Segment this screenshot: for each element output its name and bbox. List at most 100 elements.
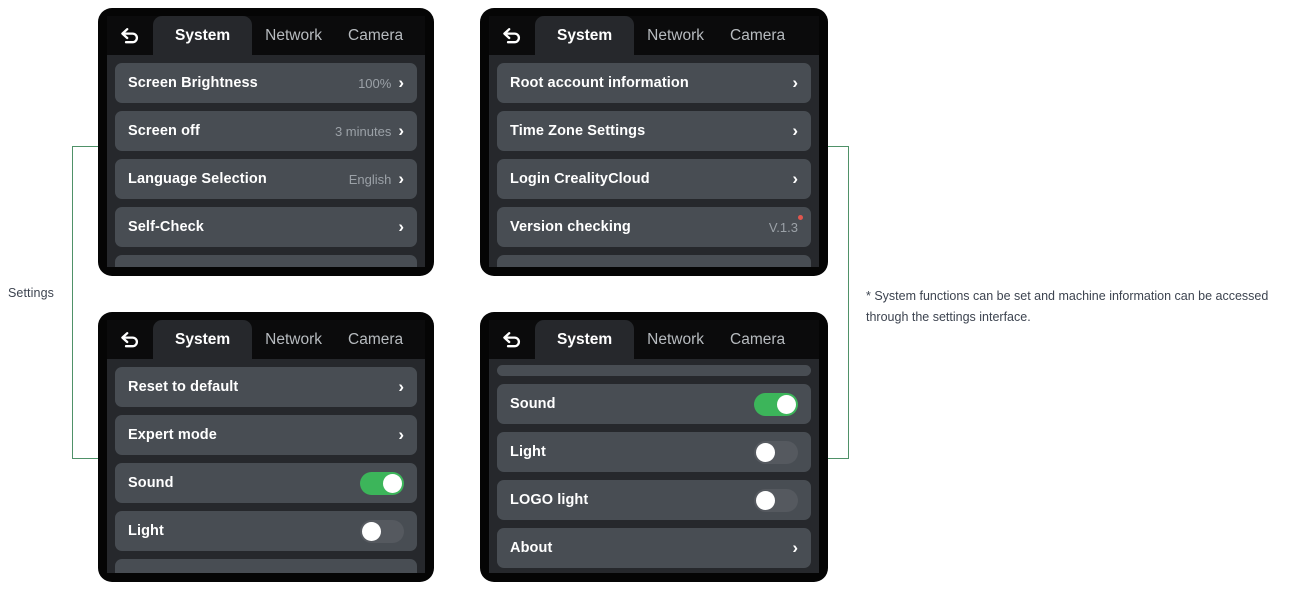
settings-row-control: ›: [398, 426, 404, 444]
chevron-right-icon[interactable]: ›: [792, 122, 798, 139]
settings-row-control: [360, 471, 404, 495]
settings-row[interactable]: Screen off 3 minutes ›: [115, 111, 417, 151]
settings-row-label: Login CrealityCloud: [510, 171, 650, 187]
back-arrow-icon[interactable]: [107, 16, 153, 55]
settings-row-label: Sound: [510, 396, 556, 412]
chevron-right-icon[interactable]: ›: [792, 170, 798, 187]
settings-row[interactable]: Language Selection English ›: [115, 159, 417, 199]
tab-system[interactable]: System: [535, 16, 635, 55]
settings-row[interactable]: Light: [497, 432, 811, 472]
tab-camera[interactable]: Camera: [335, 16, 416, 55]
chevron-right-icon[interactable]: ›: [398, 378, 404, 395]
chevron-right-icon[interactable]: ›: [398, 74, 404, 91]
settings-row-label: LOGO light: [510, 492, 589, 508]
settings-row[interactable]: Time Zone Settings ›: [497, 111, 811, 151]
chevron-right-icon[interactable]: ›: [792, 74, 798, 91]
toggle-switch[interactable]: [360, 471, 404, 495]
back-arrow-icon[interactable]: [489, 320, 535, 359]
settings-row-control: ›: [792, 170, 798, 188]
tab-camera[interactable]: Camera: [717, 320, 798, 359]
settings-row[interactable]: Screen Brightness 100% ›: [115, 63, 417, 103]
settings-row-label: Reset to default: [128, 379, 239, 395]
settings-row-control: English ›: [349, 170, 404, 188]
settings-row[interactable]: Root account information ›: [497, 63, 811, 103]
tab-camera[interactable]: Camera: [335, 320, 416, 359]
toggle-knob: [756, 442, 775, 462]
settings-row[interactable]: Reset to default ›: [115, 367, 417, 407]
settings-row-label: About: [510, 540, 553, 556]
settings-row[interactable]: Light: [115, 511, 417, 551]
toggle-switch[interactable]: [754, 488, 798, 512]
tab-bar: System Network Camera: [489, 320, 819, 359]
settings-system-page-2: System Network Camera Root account informat…: [480, 8, 828, 276]
settings-row[interactable]: Expert mode ›: [115, 415, 417, 455]
settings-list: Reset to default › Expert mode › Sound Light: [107, 359, 425, 573]
settings-row-control: ›: [398, 378, 404, 396]
settings-row[interactable]: Self-Check ›: [115, 207, 417, 247]
tab-network[interactable]: Network: [634, 320, 717, 359]
settings-row-label: Sound: [128, 475, 174, 491]
settings-row-label: Self-Check: [128, 219, 204, 235]
settings-row-partial: [115, 255, 417, 267]
settings-row-partial: [115, 559, 417, 573]
settings-row[interactable]: Sound: [115, 463, 417, 503]
toggle-knob: [383, 473, 402, 493]
toggle-switch[interactable]: [754, 440, 798, 464]
settings-row-value: 3 minutes: [334, 123, 392, 139]
settings-row-label: Time Zone Settings: [510, 123, 646, 139]
settings-list: Sound Light LOGO light About ›: [489, 359, 819, 573]
settings-row-partial: [497, 365, 811, 376]
toggle-knob: [362, 521, 381, 541]
settings-row[interactable]: Login CrealityCloud ›: [497, 159, 811, 199]
chevron-right-icon[interactable]: ›: [398, 218, 404, 235]
settings-row-control: 100% ›: [358, 74, 404, 92]
tab-camera[interactable]: Camera: [717, 16, 798, 55]
settings-row[interactable]: Sound: [497, 384, 811, 424]
toggle-knob: [777, 394, 796, 414]
settings-row-control: ›: [792, 122, 798, 140]
chevron-right-icon[interactable]: ›: [398, 122, 404, 139]
settings-section-label: Settings: [8, 286, 54, 300]
back-arrow-icon[interactable]: [489, 16, 535, 55]
settings-row-label: Light: [128, 523, 164, 539]
tab-network[interactable]: Network: [252, 320, 335, 359]
chevron-right-icon[interactable]: ›: [398, 170, 404, 187]
settings-row-partial: [497, 255, 811, 267]
back-arrow-icon[interactable]: [107, 320, 153, 359]
chevron-right-icon[interactable]: ›: [792, 539, 798, 556]
tab-bar: System Network Camera: [489, 16, 819, 55]
settings-row-control: V.1.3: [769, 214, 803, 235]
tab-network[interactable]: Network: [252, 16, 335, 55]
panel-screen: System Network Camera Screen Brightness 100%…: [107, 16, 425, 267]
chevron-right-icon[interactable]: ›: [398, 426, 404, 443]
panel-screen: System Network Camera Root account informat…: [489, 16, 819, 267]
toggle-switch[interactable]: [754, 392, 798, 416]
settings-row-label: Version checking: [510, 219, 631, 235]
settings-row-control: [754, 440, 798, 464]
settings-row[interactable]: LOGO light: [497, 480, 811, 520]
settings-system-page-3: System Network Camera Reset to default › Expe…: [98, 312, 434, 582]
settings-row[interactable]: About ›: [497, 528, 811, 568]
settings-row[interactable]: Version checking V.1.3: [497, 207, 811, 247]
tab-network[interactable]: Network: [634, 16, 717, 55]
tab-bar: System Network Camera: [107, 16, 425, 55]
settings-row-control: ›: [792, 539, 798, 557]
settings-row-label: Root account information: [510, 75, 689, 91]
settings-row-label: Expert mode: [128, 427, 217, 443]
settings-list: Screen Brightness 100% › Screen off 3 minute…: [107, 55, 425, 267]
tab-system[interactable]: System: [153, 16, 253, 55]
settings-row-label: Screen Brightness: [128, 75, 258, 91]
settings-list: Root account information › Time Zone Setti…: [489, 55, 819, 267]
settings-row-label: Light: [510, 444, 546, 460]
settings-row-control: ›: [792, 74, 798, 92]
settings-row-control: ›: [398, 218, 404, 236]
settings-row-control: [754, 488, 798, 512]
settings-row-control: [754, 392, 798, 416]
settings-row-control: 3 minutes ›: [334, 122, 404, 140]
toggle-knob: [756, 490, 775, 510]
toggle-switch[interactable]: [360, 519, 404, 543]
settings-description-note: * System functions can be set and machin…: [866, 289, 1269, 324]
panel-screen: System Network Camera Reset to default › Expe…: [107, 320, 425, 573]
tab-system[interactable]: System: [153, 320, 253, 359]
tab-system[interactable]: System: [535, 320, 635, 359]
